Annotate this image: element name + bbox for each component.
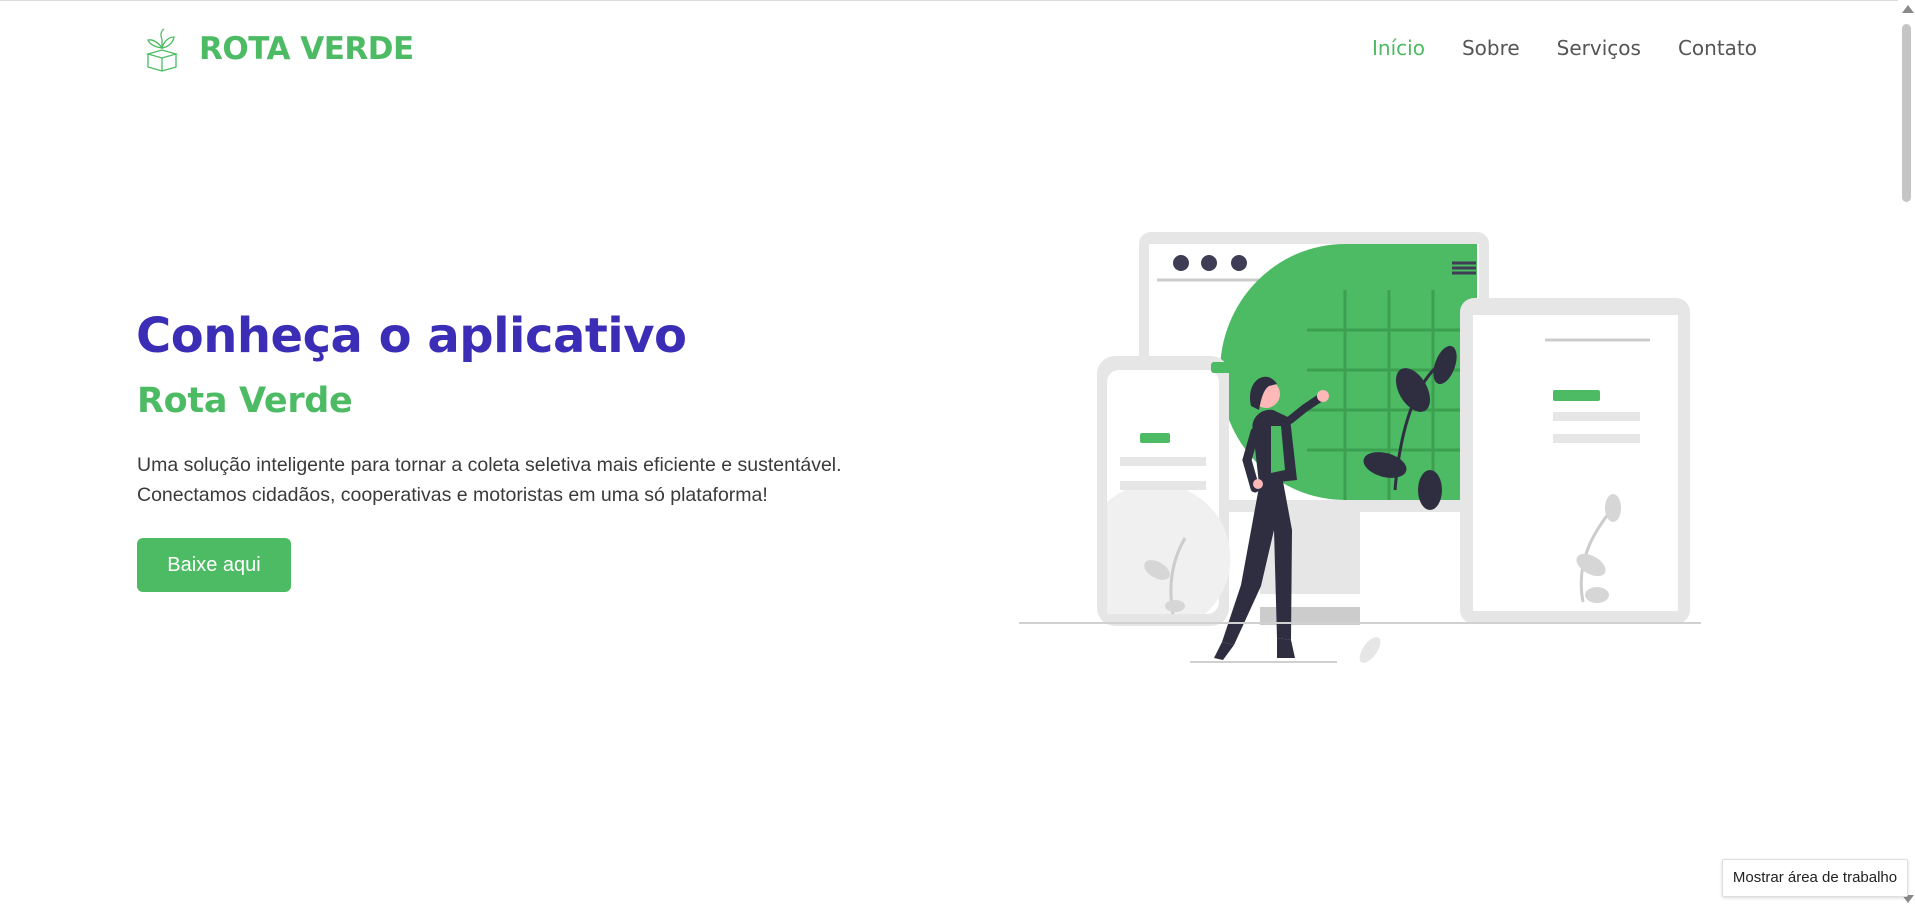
site-header: ROTA VERDE Início Sobre Serviços Contato bbox=[0, 0, 1898, 102]
hero-description-line-2: Conectamos cidadãos, cooperativas e moto… bbox=[137, 484, 768, 506]
nav-inicio[interactable]: Início bbox=[1372, 36, 1425, 60]
hero-title: Conheça o aplicativo bbox=[136, 308, 687, 364]
download-button[interactable]: Baixe aqui bbox=[137, 538, 291, 592]
page-scrollbar[interactable] bbox=[1898, 0, 1915, 908]
show-desktop-tooltip: Mostrar área de trabalho bbox=[1722, 859, 1908, 897]
woman-with-devices-illustration bbox=[1015, 230, 1705, 680]
scroll-up-arrow-icon[interactable] bbox=[1902, 5, 1914, 13]
hero-description-line-1: Uma solução inteligente para tornar a co… bbox=[137, 454, 842, 476]
main-nav: Início Sobre Serviços Contato bbox=[1372, 36, 1757, 60]
hero-description: Uma solução inteligente para tornar a co… bbox=[137, 450, 897, 510]
nav-sobre[interactable]: Sobre bbox=[1462, 36, 1520, 60]
recycling-box-plant-icon bbox=[144, 26, 180, 72]
brand-name: ROTA VERDE bbox=[199, 31, 414, 67]
nav-servicos[interactable]: Serviços bbox=[1557, 36, 1641, 60]
scrollbar-thumb[interactable] bbox=[1902, 24, 1911, 202]
nav-contato[interactable]: Contato bbox=[1678, 36, 1757, 60]
brand-logo-link[interactable]: ROTA VERDE bbox=[144, 26, 414, 72]
hero-subtitle: Rota Verde bbox=[137, 381, 353, 421]
